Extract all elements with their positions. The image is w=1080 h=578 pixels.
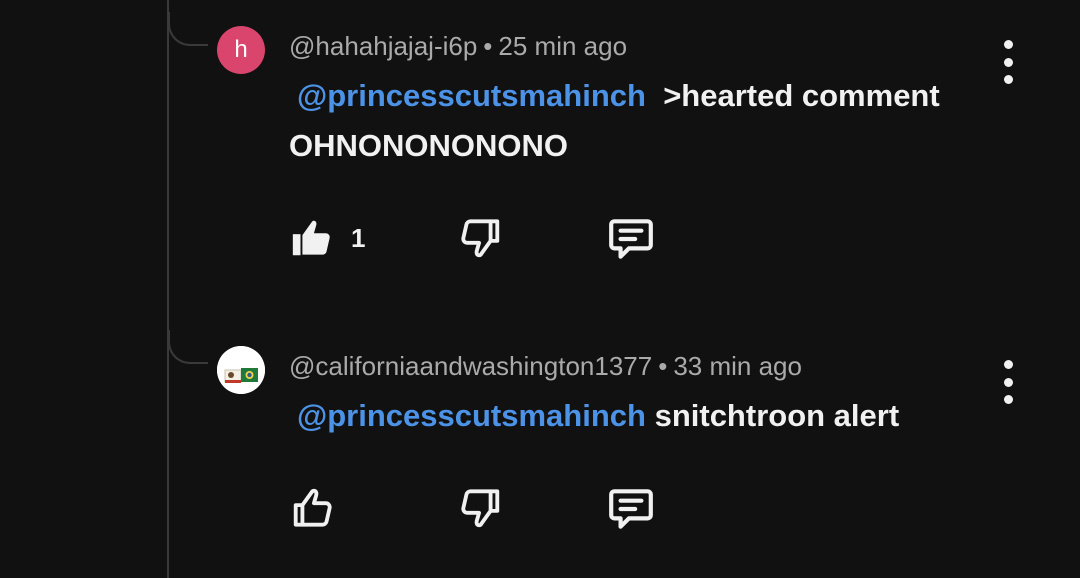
like-count: 1 bbox=[351, 222, 366, 253]
dislike-button[interactable] bbox=[458, 484, 504, 532]
thread-connector bbox=[168, 330, 208, 364]
flag-avatar-icon bbox=[217, 346, 265, 394]
thread-line bbox=[167, 0, 169, 578]
meta-separator: • bbox=[483, 31, 493, 61]
comment-time[interactable]: 25 min ago bbox=[498, 31, 627, 61]
comment-text-line2: OHNONONONONO bbox=[289, 128, 568, 163]
comment-text-line1: >hearted comment bbox=[663, 78, 940, 113]
like-button[interactable]: 1 bbox=[289, 214, 365, 262]
comment-text: @princesscutsmahinch >hearted comment bbox=[289, 71, 940, 121]
thumbs-down-icon bbox=[461, 219, 500, 258]
thumbs-up-icon bbox=[293, 488, 332, 527]
comment-time[interactable]: 33 min ago bbox=[673, 351, 802, 381]
like-button[interactable] bbox=[289, 484, 335, 532]
reply-icon bbox=[609, 219, 653, 259]
avatar[interactable]: h bbox=[217, 26, 265, 74]
avatar-letter: h bbox=[234, 36, 248, 63]
mention-link[interactable]: @princesscutsmahinch bbox=[297, 398, 646, 433]
reply-icon bbox=[609, 489, 653, 529]
more-vert-icon[interactable] bbox=[995, 40, 1021, 84]
comment-text: @princesscutsmahinch snitchtroon alert bbox=[289, 391, 899, 441]
comment-meta: @californiaandwashington1377 • 33 min ago bbox=[289, 351, 802, 382]
avatar[interactable] bbox=[217, 346, 265, 394]
author-name[interactable]: @californiaandwashington1377 bbox=[289, 351, 652, 381]
dislike-button[interactable] bbox=[458, 214, 504, 262]
comment-meta: @hahahjajaj-i6p • 25 min ago bbox=[289, 31, 627, 62]
meta-separator: • bbox=[658, 351, 668, 381]
reply-button[interactable] bbox=[606, 484, 656, 534]
thumbs-up-icon bbox=[292, 220, 330, 256]
reply-button[interactable] bbox=[606, 214, 656, 264]
comment-text-line1: snitchtroon alert bbox=[654, 398, 900, 433]
more-vert-icon[interactable] bbox=[995, 360, 1021, 404]
author-name[interactable]: @hahahjajaj-i6p bbox=[289, 31, 477, 61]
thread-connector bbox=[168, 12, 208, 46]
thumbs-down-icon bbox=[461, 489, 500, 528]
mention-link[interactable]: @princesscutsmahinch bbox=[297, 78, 646, 113]
